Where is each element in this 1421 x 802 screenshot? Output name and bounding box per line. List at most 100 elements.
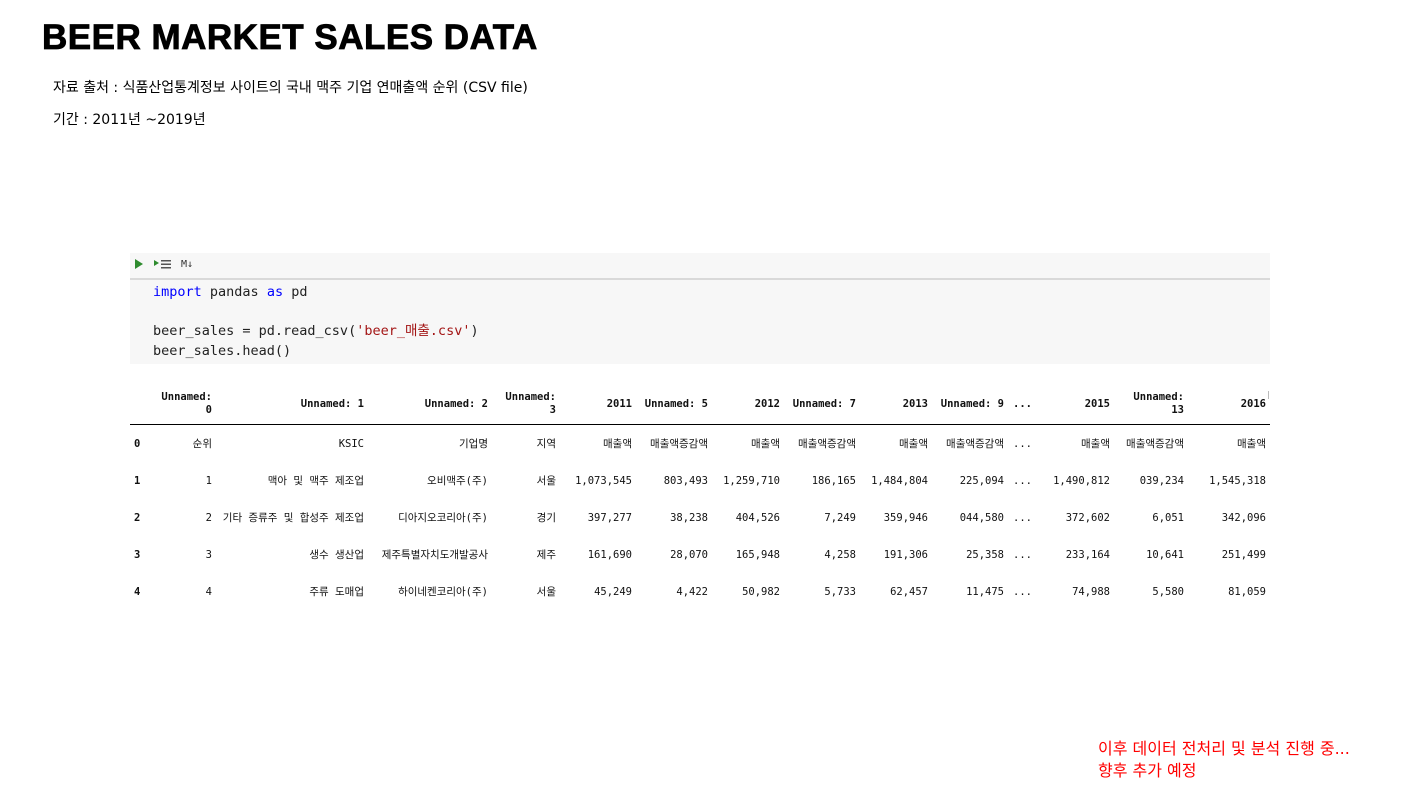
column-header: Unnamed: 0 xyxy=(154,384,216,425)
code-editor[interactable]: import pandas as pd beer_sales = pd.read… xyxy=(153,283,479,361)
column-header: 2015 xyxy=(1036,384,1114,425)
table-cell: 25,358 xyxy=(966,549,1004,561)
table-cell: 매출액 xyxy=(1081,437,1110,450)
row-index: 1 xyxy=(134,475,141,487)
table-cell: 251,499 xyxy=(1221,549,1266,561)
table-cell: 039,234 xyxy=(1139,475,1184,487)
table-cell: 11,475 xyxy=(966,586,1004,598)
column-header: Unnamed: 7 xyxy=(784,384,860,425)
column-header: Unnamed: 9 xyxy=(932,384,1008,425)
code-keyword: import xyxy=(153,284,202,300)
horizontal-scroll-indicator[interactable] xyxy=(1268,391,1269,399)
code-text: pd xyxy=(283,284,308,300)
column-header: Unnamed: 1 xyxy=(216,384,368,425)
row-index: 4 xyxy=(134,586,141,598)
column-header: Unnamed: 2 xyxy=(368,384,492,425)
table-cell: 1,259,710 xyxy=(723,475,780,487)
table-cell: 하이네켄코리아(주) xyxy=(398,586,488,598)
table-cell: 5,580 xyxy=(1152,586,1184,598)
code-string: 'beer_매출.csv' xyxy=(356,323,471,339)
table-cell: 233,164 xyxy=(1065,549,1110,561)
table-cell: 매출액증감액 xyxy=(650,437,708,450)
table-cell: 기타 증류주 및 합성주 제조업 xyxy=(222,512,364,524)
table-cell: 제주특별자치도개발공사 xyxy=(381,549,488,561)
code-text: pandas xyxy=(201,284,267,300)
table-cell: 순위 xyxy=(192,437,212,450)
dataframe-output: Unnamed: 0 Unnamed: 1 Unnamed: 2 Unnamed: 3… xyxy=(130,384,1270,616)
run-below-icon[interactable] xyxy=(154,259,172,271)
table-cell: 161,690 xyxy=(587,549,632,561)
table-cell: 매출액 xyxy=(1237,437,1266,450)
table-cell: ... xyxy=(1013,586,1032,598)
table-cell: 803,493 xyxy=(663,475,708,487)
table-cell: 1 xyxy=(205,475,212,487)
table-cell: 45,249 xyxy=(594,586,632,598)
table-cell: 주류 도매업 xyxy=(309,586,364,598)
table-cell: 62,457 xyxy=(890,586,928,598)
table-cell: 342,096 xyxy=(1221,512,1266,524)
table-cell: 044,580 xyxy=(959,512,1004,524)
table-cell: 7,249 xyxy=(824,512,856,524)
table-cell: 359,946 xyxy=(883,512,928,524)
run-cell-icon[interactable] xyxy=(135,259,143,269)
table-cell: 4,422 xyxy=(676,586,708,598)
table-cell: 오비맥주(주) xyxy=(427,475,488,487)
column-header: Unnamed: 13 xyxy=(1114,384,1188,425)
table-row: 4 4 주류 도매업 하이네켄코리아(주) 서울 45,249 4,422 50,982 5,7… xyxy=(130,574,1270,611)
period-description: 기간 : 2011년 ~2019년 xyxy=(53,112,206,128)
table-cell: 기업명 xyxy=(459,437,488,450)
table-cell: 6,051 xyxy=(1152,512,1184,524)
table-cell: 지역 xyxy=(536,437,556,450)
table-cell: 225,094 xyxy=(959,475,1004,487)
table-cell: 서울 xyxy=(536,475,556,487)
table-cell: 매출액증감액 xyxy=(798,437,856,450)
status-note-line: 이후 데이터 전처리 및 분석 진행 중... xyxy=(1098,739,1350,758)
table-cell: ... xyxy=(1013,437,1032,450)
index-header xyxy=(130,384,154,425)
table-cell: 28,070 xyxy=(670,549,708,561)
table-cell: 186,165 xyxy=(811,475,856,487)
table-cell: 경기 xyxy=(536,512,556,524)
table-cell: 서울 xyxy=(536,586,556,598)
column-header: Unnamed: 3 xyxy=(492,384,560,425)
table-row: 0 순위 KSIC 기업명 지역 매출액 매출액증감액 매출액 매출액증감액 매출액 매출액증감액.… xyxy=(130,425,1270,464)
table-cell: ... xyxy=(1013,475,1032,487)
table-cell: 1,490,812 xyxy=(1053,475,1110,487)
table-cell: 165,948 xyxy=(735,549,780,561)
table-cell: 1,545,318 xyxy=(1209,475,1266,487)
code-text: ) xyxy=(470,323,479,339)
markdown-toggle-button[interactable]: M↓ xyxy=(181,258,193,272)
table-cell: 매출액증감액 xyxy=(1126,437,1184,450)
table-cell: 404,526 xyxy=(735,512,780,524)
table-cell: 1,073,545 xyxy=(575,475,632,487)
table-row: 2 2 기타 증류주 및 합성주 제조업 디아지오코리아(주) 경기 397,277 38,… xyxy=(130,500,1270,537)
table-cell: 74,988 xyxy=(1072,586,1110,598)
table-cell: 81,059 xyxy=(1228,586,1266,598)
column-header: 2011 xyxy=(560,384,636,425)
table-cell: 397,277 xyxy=(587,512,632,524)
table-cell: 50,982 xyxy=(742,586,780,598)
code-text: beer_sales.head() xyxy=(153,342,292,359)
table-cell: 매출액 xyxy=(899,437,928,450)
status-note-line: 향후 추가 예정 xyxy=(1098,761,1197,780)
table-row: 3 3 생수 생산업 제주특별자치도개발공사 제주 161,690 28,070 165,94… xyxy=(130,537,1270,574)
cell-toolbar: M↓ xyxy=(130,253,1270,280)
table-cell: ... xyxy=(1013,512,1032,524)
row-index: 2 xyxy=(134,512,141,524)
table-header-row: Unnamed: 0 Unnamed: 1 Unnamed: 2 Unnamed: 3… xyxy=(130,384,1270,425)
table-cell: 191,306 xyxy=(883,549,928,561)
column-header: 2013 xyxy=(860,384,932,425)
column-header: 2012 xyxy=(712,384,784,425)
row-index: 3 xyxy=(134,549,141,561)
table-cell: 제주 xyxy=(536,549,556,561)
notebook-code-cell[interactable]: M↓ import pandas as pd beer_sales = pd.r… xyxy=(130,253,1270,364)
column-header: Unnamed: 5 xyxy=(636,384,712,425)
table-cell: 3 xyxy=(205,549,212,561)
table-cell: 매출액 xyxy=(751,437,780,450)
row-index: 0 xyxy=(134,437,141,450)
table-cell: 맥아 및 맥주 제조업 xyxy=(267,475,364,487)
page-title: BEER MARKET SALES DATA xyxy=(42,18,538,58)
table-cell: 10,641 xyxy=(1146,549,1184,561)
table-cell: 5,733 xyxy=(824,586,856,598)
table-cell: ... xyxy=(1013,549,1032,561)
